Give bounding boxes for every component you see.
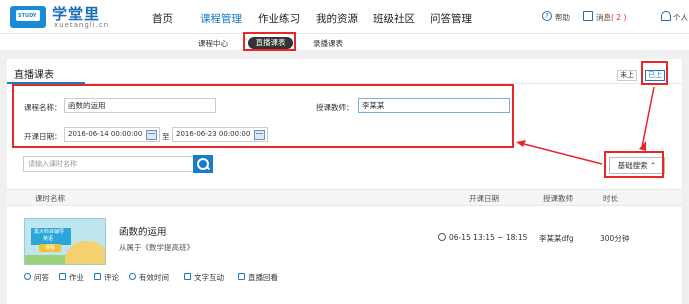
nav-course-management[interactable]: 课程管理 [200, 11, 242, 26]
annotation-box-filters [12, 84, 514, 148]
messages-link[interactable]: 消息( 2 ) [596, 12, 626, 23]
nav-qa-management[interactable]: 问答管理 [430, 11, 472, 26]
lesson-course-from: 从属于《数学提高班》 [119, 243, 194, 252]
help-icon[interactable]: ? [542, 11, 552, 21]
action-qa[interactable]: 问答 [34, 272, 49, 283]
subnav-course-center[interactable]: 课程中心 [198, 38, 228, 49]
nav-homework[interactable]: 作业练习 [258, 11, 300, 26]
thumbnail-figure [65, 241, 105, 264]
thumbnail-line1: 黑大科目辅导 [34, 229, 65, 235]
search-icon[interactable] [193, 155, 213, 173]
messages-label: 消息 [596, 13, 611, 22]
help-link[interactable]: 帮助 [555, 12, 570, 23]
action-valid-time[interactable]: 有效时间 [139, 272, 169, 283]
lesson-duration: 300分钟 [600, 234, 630, 243]
replay-icon[interactable] [238, 273, 245, 280]
logo-badge-text: STUDY [18, 13, 37, 19]
annotation-box-finished [641, 61, 668, 85]
table-header: 课时名称 开课日期 授课教师 时长 [7, 189, 682, 206]
action-homework[interactable]: 作业 [69, 272, 84, 283]
nav-my-resources[interactable]: 我的资源 [316, 11, 358, 26]
nav-class-community[interactable]: 班级社区 [373, 11, 415, 26]
comment-icon[interactable] [94, 273, 101, 280]
qa-icon[interactable] [24, 273, 31, 280]
homework-icon[interactable] [59, 273, 66, 280]
thumbnail-banner: 黑大科目辅导 英语 [31, 228, 71, 245]
column-lesson-name: 课时名称 [35, 194, 65, 203]
logo-subtitle: xuetangli.cn [54, 21, 110, 29]
subnav-recorded-schedule[interactable]: 录播课表 [313, 38, 343, 49]
user-icon[interactable] [661, 11, 671, 21]
column-duration: 时长 [603, 194, 618, 203]
top-header: STUDY 学堂里 xuetangli.cn 首页 课程管理 作业练习 我的资源… [0, 0, 689, 33]
nav-home[interactable]: 首页 [152, 11, 173, 26]
message-count: ( 2 ) [611, 13, 627, 22]
sub-navigation: 课程中心 直播课表 录播课表 [0, 33, 689, 50]
column-start-date: 开课日期 [469, 194, 499, 203]
lesson-title[interactable]: 函数的运用 [119, 224, 167, 238]
thumbnail-badge: 课程 [39, 244, 61, 252]
annotation-box-subnav [243, 32, 296, 51]
annotation-box-basic-search [604, 151, 664, 178]
lesson-time: 06-15 13:15 ~ 18:15 [449, 233, 528, 242]
panel-title: 直播课表 [14, 70, 54, 81]
clock-icon[interactable] [129, 273, 136, 280]
logo-icon[interactable]: STUDY [10, 6, 46, 28]
lesson-search-input[interactable]: 请输入课时名称 [23, 156, 201, 172]
action-text-interaction[interactable]: 文字互动 [194, 272, 224, 283]
mail-icon[interactable] [583, 11, 593, 21]
thumbnail-line2: 英语 [43, 236, 54, 242]
course-thumbnail[interactable]: 黑大科目辅导 英语 课程 [24, 218, 106, 265]
toggle-not-started[interactable]: 未上 [617, 70, 637, 81]
personal-link[interactable]: 个人 [673, 12, 688, 23]
action-live-replay[interactable]: 直播回看 [248, 272, 278, 283]
column-teacher: 授课教师 [543, 194, 573, 203]
lesson-teacher: 李某某dfg [539, 234, 574, 243]
clock-icon [438, 233, 446, 241]
text-chat-icon[interactable] [184, 273, 191, 280]
action-comment[interactable]: 评论 [104, 272, 119, 283]
